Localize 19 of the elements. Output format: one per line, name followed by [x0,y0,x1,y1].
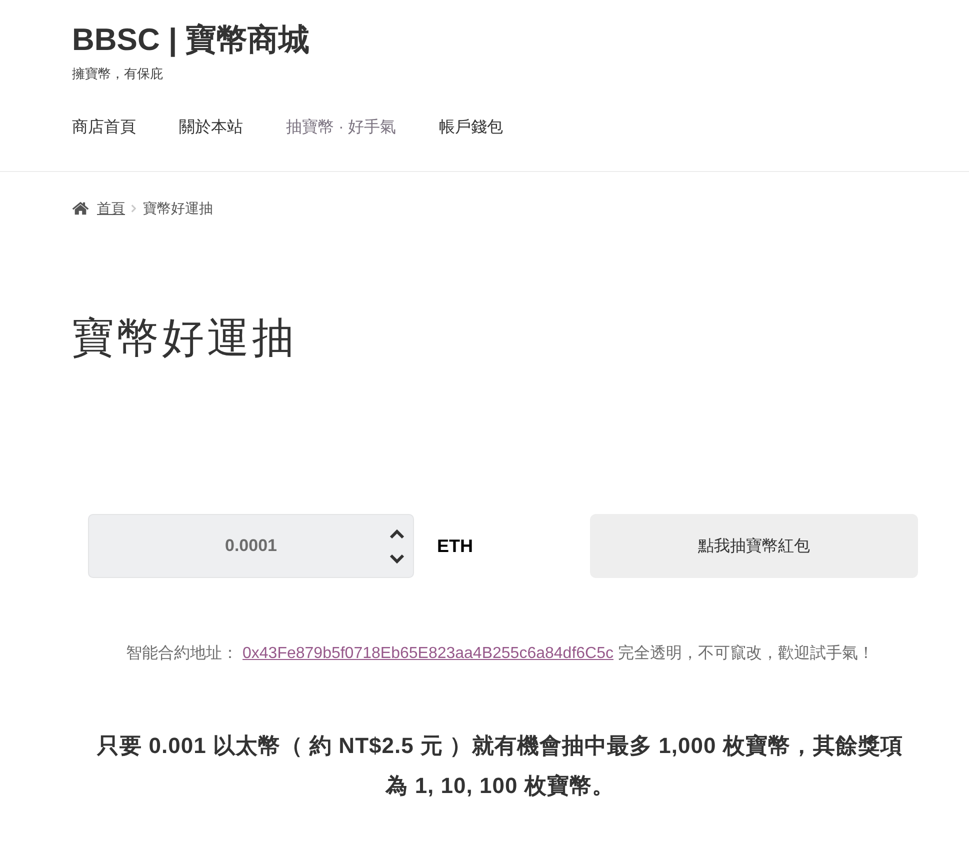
draw-button[interactable]: 點我抽寶幣紅包 [590,514,918,578]
nav-link[interactable]: 關於本站 [179,116,243,140]
home-icon[interactable] [72,201,89,215]
nav-link[interactable]: 商店首頁 [72,116,136,140]
breadcrumb-link[interactable]: 首頁 [97,198,125,218]
nav-link[interactable]: 帳戶錢包 [439,116,504,140]
breadcrumb-current: 寶幣好運抽 [143,199,213,218]
amount-field[interactable]: 0.0001 [88,514,414,578]
prize-notice: 只要 0.001 以太幣（ 約 NT$2.5 元 ）就有機會抽中最多 1,000 枚寶幣，其餘獎項為 1, 10, 100 枚寶幣。 [96,732,904,800]
chevron-down-icon[interactable] [389,554,405,564]
page-title: 寶幣好運抽 [72,313,298,363]
chevron-up-icon[interactable] [389,528,405,538]
contract-text: 智能合約地址： 0x43Fe879b5f0718Eb65E823aa4B255c6a84df6C5c 完全透明，不可竄改，歡迎試手氣！ [125,644,875,664]
site-title[interactable]: BBSC | 寶幣商城 [72,20,310,60]
currency-unit: ETH [437,536,473,556]
contract-address-link[interactable]: 0x43Fe879b5f0718Eb65E823aa4B255c6a84df6C5c [242,645,614,662]
chevron-right-icon [131,204,136,212]
site-tagline: 擁寶幣，有保庇 [72,65,164,83]
nav-link[interactable]: 抽寶幣 · 好手氣 [286,116,396,140]
